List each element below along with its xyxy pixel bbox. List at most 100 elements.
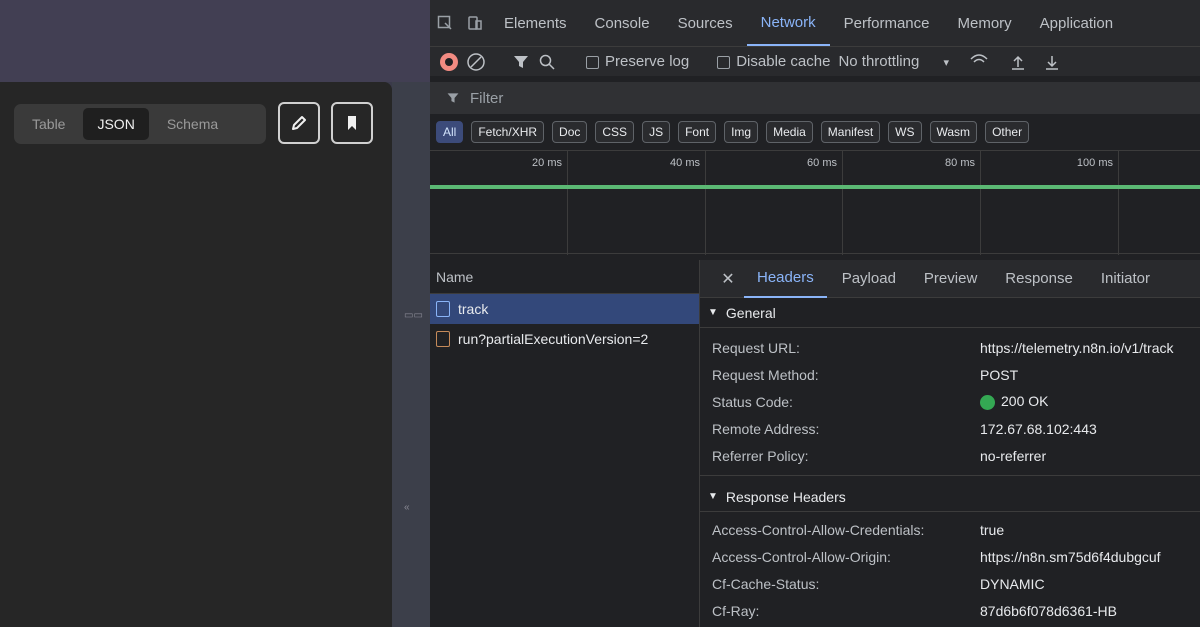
- record-icon[interactable]: [440, 52, 458, 71]
- timeline-gridline: [705, 151, 706, 255]
- waterfall-bar: [430, 185, 1200, 189]
- response-headers-title: Response Headers: [725, 488, 846, 505]
- view-toggle: Table JSON Schema: [14, 104, 266, 144]
- timeline-gridline: [842, 151, 843, 255]
- tab-payload[interactable]: Payload: [829, 260, 909, 298]
- tab-preview[interactable]: Preview: [911, 260, 990, 298]
- header-row: Request URL: https://telemetry.n8n.io/v1/…: [700, 334, 1200, 361]
- header-row: Cf-Ray: 87d6b6f078d6361-HB: [700, 597, 1200, 624]
- header-key: Remote Address:: [712, 420, 820, 437]
- tab-elements[interactable]: Elements: [490, 0, 581, 46]
- tab-headers[interactable]: Headers: [744, 260, 827, 298]
- header-key: Status Code:: [712, 393, 793, 410]
- view-toggle-json[interactable]: JSON: [83, 108, 149, 140]
- disable-cache-label: Disable cache: [736, 53, 831, 70]
- header-row: Access-Control-Allow-Origin: https://n8n.…: [700, 543, 1200, 570]
- filter-placeholder: Filter: [470, 89, 504, 107]
- header-value: no-referrer: [980, 447, 1047, 464]
- devtools-panel: Elements Console Sources Network Perform…: [430, 0, 1200, 627]
- grip-icon: ▭▭: [404, 310, 423, 321]
- triangle-down-icon: ▼: [708, 307, 718, 318]
- request-name: track: [458, 301, 489, 317]
- status-code-value: 200 OK: [1001, 393, 1049, 410]
- type-filter-css[interactable]: CSS: [595, 121, 635, 143]
- type-filter-img[interactable]: Img: [724, 121, 759, 143]
- device-toolbar-icon[interactable]: [460, 8, 490, 38]
- fetch-icon: [436, 301, 450, 317]
- network-timeline[interactable]: 20 ms 40 ms 60 ms 80 ms 100 ms: [430, 150, 1200, 255]
- timeline-gridline: [1118, 151, 1119, 255]
- type-filter-font[interactable]: Font: [678, 121, 717, 143]
- preserve-log-checkbox[interactable]: Preserve log: [586, 53, 689, 70]
- type-filter-doc[interactable]: Doc: [552, 121, 588, 143]
- tab-response[interactable]: Response: [992, 260, 1086, 298]
- tab-application[interactable]: Application: [1026, 0, 1127, 46]
- tab-sources[interactable]: Sources: [664, 0, 747, 46]
- header-row: Remote Address: 172.67.68.102:443: [700, 415, 1200, 442]
- tab-network[interactable]: Network: [746, 0, 830, 46]
- type-filter-js[interactable]: JS: [642, 121, 671, 143]
- timeline-tick-label: 60 ms: [807, 157, 837, 169]
- request-name: run?partialExecutionVersion=2: [458, 331, 649, 347]
- header-row: Status Code: 200 OK: [700, 388, 1200, 415]
- tab-initiator[interactable]: Initiator: [1088, 260, 1163, 298]
- general-section-title: General: [725, 304, 776, 321]
- export-icon[interactable]: [1043, 53, 1061, 71]
- tab-memory[interactable]: Memory: [944, 0, 1026, 46]
- header-key: Access-Control-Allow-Origin:: [712, 548, 891, 565]
- document-icon: [436, 331, 450, 347]
- type-filter-manifest[interactable]: Manifest: [820, 121, 881, 143]
- type-filter-other[interactable]: Other: [985, 121, 1030, 143]
- pin-button[interactable]: [331, 102, 373, 144]
- output-panel: [0, 82, 392, 627]
- type-filter-all[interactable]: All: [436, 121, 464, 143]
- tab-console[interactable]: Console: [581, 0, 664, 46]
- status-ok-icon: [980, 394, 995, 410]
- header-key: Referrer Policy:: [712, 447, 809, 464]
- filter-input[interactable]: Filter: [430, 82, 1200, 114]
- timeline-tick-label: 100 ms: [1076, 157, 1113, 169]
- name-column-header[interactable]: Name: [430, 260, 699, 294]
- request-row-track[interactable]: track: [430, 294, 699, 324]
- disable-cache-checkbox[interactable]: Disable cache: [717, 53, 830, 70]
- header-key: Cf-Ray:: [712, 602, 760, 619]
- edit-button[interactable]: [278, 102, 320, 144]
- clear-icon[interactable]: [466, 52, 486, 72]
- throttling-label: No throttling: [838, 53, 920, 70]
- collapse-icon: «: [404, 502, 410, 513]
- view-toggle-schema[interactable]: Schema: [153, 108, 232, 140]
- response-headers-section-toggle[interactable]: ▼ Response Headers: [700, 482, 1200, 512]
- timeline-tick-label: 40 ms: [670, 157, 700, 169]
- header-key: Request Method:: [712, 366, 819, 383]
- general-section-toggle[interactable]: ▼ General: [700, 298, 1200, 328]
- header-value: POST: [980, 366, 1019, 383]
- network-conditions-icon[interactable]: [969, 53, 989, 71]
- chevron-down-icon: ▾: [943, 57, 950, 69]
- header-row: Cf-Cache-Status: DYNAMIC: [700, 570, 1200, 597]
- resize-gutter[interactable]: ▭▭ «: [392, 82, 430, 627]
- type-filter-wasm[interactable]: Wasm: [929, 121, 978, 143]
- timeline-tick-label: 20 ms: [532, 157, 562, 169]
- preserve-log-label: Preserve log: [605, 53, 690, 70]
- filter-icon[interactable]: [512, 53, 530, 71]
- type-filter-media[interactable]: Media: [766, 121, 813, 143]
- inspect-icon[interactable]: [430, 8, 460, 38]
- header-row: Request Method: POST: [700, 361, 1200, 388]
- close-icon[interactable]: ✕: [714, 260, 742, 298]
- timeline-tick-label: 80 ms: [945, 157, 975, 169]
- type-filter-fetch-xhr[interactable]: Fetch/XHR: [471, 121, 545, 143]
- tab-performance[interactable]: Performance: [830, 0, 944, 46]
- header-value: https://n8n.sm75d6f4dubgcuf: [980, 548, 1161, 565]
- request-list: Name track run?partialExecutionVersion=2: [430, 260, 700, 627]
- bookmark-icon: [348, 116, 356, 130]
- request-row-run[interactable]: run?partialExecutionVersion=2: [430, 324, 699, 354]
- header-key: Cf-Cache-Status:: [712, 575, 820, 592]
- view-toggle-table[interactable]: Table: [18, 108, 79, 140]
- details-tab-bar: ✕ Headers Payload Preview Response Initi…: [700, 260, 1200, 298]
- search-icon[interactable]: [538, 53, 556, 71]
- type-filter-ws[interactable]: WS: [888, 121, 922, 143]
- timeline-gridline: [567, 151, 568, 255]
- timeline-gridline: [980, 151, 981, 255]
- throttling-select[interactable]: No throttling ▾: [838, 53, 949, 70]
- import-icon[interactable]: [1009, 53, 1027, 71]
